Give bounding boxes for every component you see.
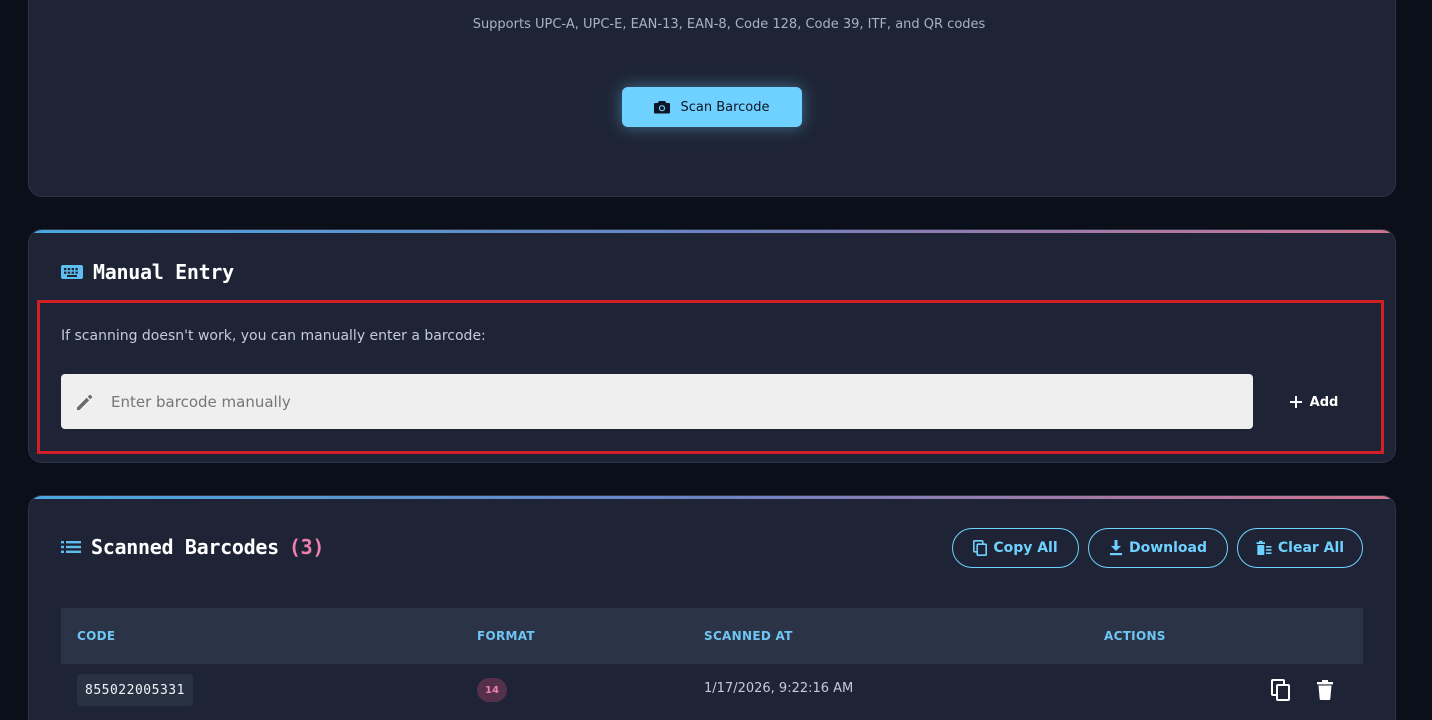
- supported-formats-text: Supports UPC-A, UPC-E, EAN-13, EAN-8, Co…: [472, 17, 986, 32]
- table-header: CODE FORMAT SCANNED AT ACTIONS: [61, 608, 1363, 664]
- add-button-label: Add: [1309, 394, 1339, 410]
- pencil-icon: [77, 394, 93, 410]
- column-header-code: CODE: [77, 629, 116, 643]
- delete-row-button[interactable]: [1313, 678, 1337, 702]
- scanned-at-time: 1/17/2026, 9:22:16 AM: [704, 681, 854, 696]
- bulk-actions: Copy All Download Clear All: [952, 528, 1363, 568]
- copy-all-button[interactable]: Copy All: [952, 528, 1079, 568]
- copy-all-label: Copy All: [993, 540, 1058, 556]
- table-row: 855022005331 14 1/17/2026, 9:22:16 AM: [61, 664, 1363, 716]
- keyboard-icon: [61, 265, 83, 279]
- scanned-count: (3): [288, 535, 325, 559]
- scanned-barcodes-title: Scanned Barcodes: [91, 535, 279, 559]
- download-icon: [1109, 540, 1122, 556]
- scanned-barcodes-table: CODE FORMAT SCANNED AT ACTIONS 855022005…: [61, 608, 1363, 716]
- list-icon: [61, 541, 81, 553]
- manual-entry-card: Manual Entry If scanning doesn't work, y…: [28, 229, 1396, 463]
- copy-icon: [1271, 679, 1290, 701]
- card-accent-line: [29, 230, 1395, 233]
- copy-icon: [973, 540, 988, 556]
- card-accent-line: [29, 496, 1395, 499]
- manual-entry-description: If scanning doesn't work, you can manual…: [61, 328, 486, 344]
- format-badge: 14: [477, 678, 507, 702]
- manual-barcode-input[interactable]: [95, 374, 1253, 429]
- clear-all-icon: [1256, 540, 1272, 555]
- column-header-scanned-at: SCANNED AT: [704, 629, 793, 643]
- clear-all-label: Clear All: [1277, 540, 1345, 556]
- manual-barcode-field[interactable]: [61, 374, 1253, 429]
- scanned-barcodes-card: Scanned Barcodes (3) Copy All Download C…: [28, 495, 1396, 720]
- add-barcode-button[interactable]: Add: [1274, 386, 1354, 418]
- trash-icon: [1317, 680, 1333, 700]
- download-button[interactable]: Download: [1088, 528, 1228, 568]
- scanner-card: Supports UPC-A, UPC-E, EAN-13, EAN-8, Co…: [28, 0, 1396, 197]
- camera-icon: [654, 101, 671, 114]
- column-header-actions: ACTIONS: [1104, 629, 1166, 643]
- plus-icon: [1289, 396, 1302, 408]
- manual-entry-heading: Manual Entry: [61, 260, 234, 284]
- download-label: Download: [1128, 540, 1208, 556]
- manual-entry-title: Manual Entry: [93, 260, 234, 284]
- copy-row-button[interactable]: [1269, 678, 1293, 702]
- barcode-code: 855022005331: [77, 674, 193, 706]
- column-header-format: FORMAT: [477, 629, 535, 643]
- scan-barcode-label: Scan Barcode: [680, 99, 770, 115]
- clear-all-button[interactable]: Clear All: [1237, 528, 1363, 568]
- scanned-barcodes-heading: Scanned Barcodes (3): [61, 535, 324, 559]
- scan-barcode-button[interactable]: Scan Barcode: [622, 87, 802, 127]
